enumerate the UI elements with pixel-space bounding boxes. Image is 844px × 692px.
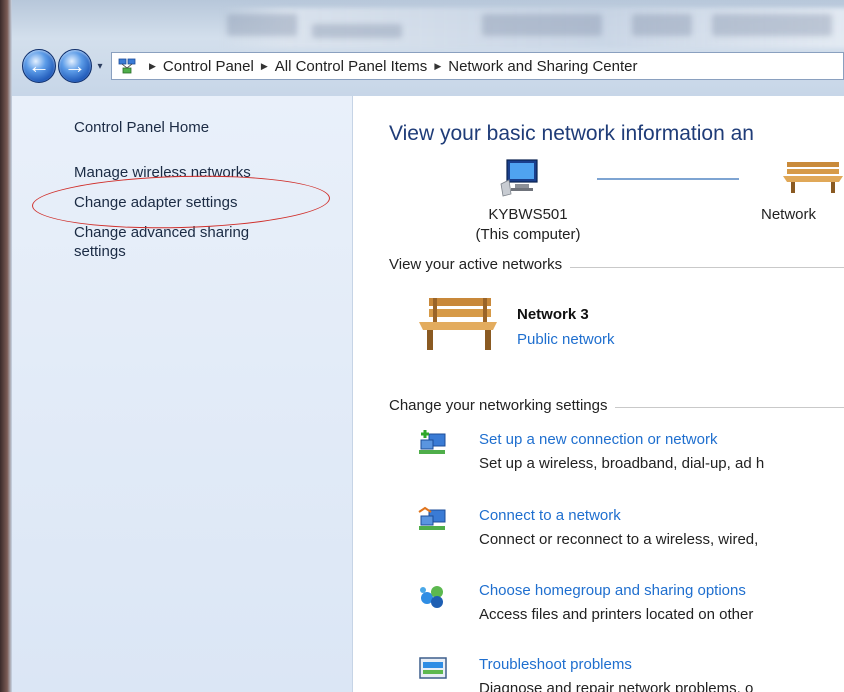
computer-name: KYBWS501	[488, 206, 568, 223]
forward-button[interactable]: →	[58, 49, 92, 83]
breadcrumb-separator-icon[interactable]: ▶	[434, 61, 441, 72]
breadcrumb-separator-icon[interactable]: ▶	[149, 61, 156, 72]
bench-large-icon	[419, 298, 497, 350]
address-bar[interactable]: ▶ Control Panel ▶ All Control Panel Item…	[111, 52, 844, 80]
network-map-connection-line	[597, 178, 739, 180]
bench-network-icon	[783, 162, 843, 193]
window-left-border	[0, 0, 12, 692]
blurred-element	[632, 14, 692, 36]
forward-arrow-icon: →	[64, 53, 86, 78]
navigation-bar: ← → ▾ ▶ Control Panel ▶ All Control Pane…	[22, 46, 844, 86]
main-content: View your basic network information an K…	[353, 96, 844, 692]
new-connection-icon	[419, 430, 446, 454]
connect-network-description: Connect or reconnect to a wireless, wire…	[479, 531, 759, 548]
troubleshoot-icon	[419, 657, 447, 679]
connect-network-icon	[418, 506, 446, 530]
breadcrumb-network-sharing[interactable]: Network and Sharing Center	[448, 58, 637, 75]
blurred-element	[482, 14, 602, 36]
homegroup-link[interactable]: Choose homegroup and sharing options	[479, 582, 746, 599]
computer-subtitle: (This computer)	[475, 226, 581, 243]
network-type-link[interactable]: Public network	[517, 331, 615, 348]
active-networks-heading: View your active networks	[389, 256, 571, 273]
change-settings-heading: Change your networking settings	[389, 397, 616, 414]
troubleshoot-description: Diagnose and repair network problems, o	[479, 680, 754, 692]
blurred-element	[712, 14, 832, 36]
troubleshoot-link[interactable]: Troubleshoot problems	[479, 656, 632, 673]
page-title: View your basic network information an	[389, 122, 754, 145]
sidebar-item-advanced-sharing[interactable]: Change advanced sharing settings	[74, 223, 304, 261]
blurred-element	[227, 14, 297, 36]
breadcrumb-all-items[interactable]: All Control Panel Items	[275, 58, 428, 75]
recent-pages-dropdown[interactable]: ▾	[95, 61, 105, 72]
network-name: Network 3	[517, 306, 589, 323]
setup-connection-description: Set up a wireless, broadband, dial-up, a…	[479, 455, 765, 472]
network-center-icon	[118, 58, 136, 74]
back-arrow-icon: ←	[28, 53, 50, 78]
blurred-element	[312, 24, 402, 38]
breadcrumb-control-panel[interactable]: Control Panel	[163, 58, 254, 75]
connect-network-link[interactable]: Connect to a network	[479, 507, 621, 524]
homegroup-description: Access files and printers located on oth…	[479, 606, 754, 623]
network-map-label[interactable]: Network	[761, 206, 816, 223]
setup-connection-link[interactable]: Set up a new connection or network	[479, 431, 717, 448]
computer-icon	[500, 159, 538, 197]
window: ← → ▾ ▶ Control Panel ▶ All Control Pane…	[0, 0, 844, 692]
homegroup-icon	[420, 586, 443, 608]
sidebar-item-home[interactable]: Control Panel Home	[74, 118, 209, 137]
back-button[interactable]: ←	[22, 49, 56, 83]
breadcrumb-separator-icon[interactable]: ▶	[261, 61, 268, 72]
